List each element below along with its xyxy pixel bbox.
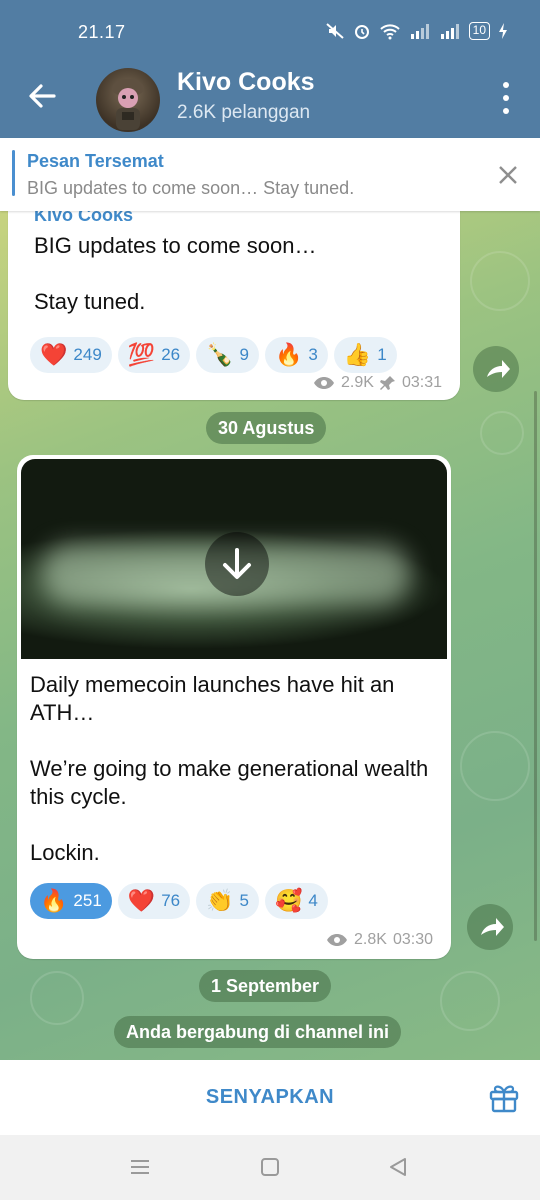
reaction-thumbs-up[interactable]: 👍 1 bbox=[333, 337, 397, 373]
reaction-fire[interactable]: 🔥 3 bbox=[264, 337, 328, 373]
message-time: 03:31 bbox=[401, 374, 442, 391]
avatar-character-icon bbox=[112, 79, 144, 130]
message-meta: 2.8K 03:30 bbox=[326, 931, 433, 949]
menu-icon[interactable] bbox=[128, 1155, 152, 1179]
subscriber-count: 2.6K pelanggan bbox=[177, 102, 311, 123]
bottom-bar: SENYAPKAN bbox=[0, 1060, 540, 1135]
pinned-message-bar[interactable]: Pesan Tersemat BIG updates to come soon…… bbox=[0, 138, 540, 211]
reaction-heart[interactable]: ❤️ 76 bbox=[117, 883, 191, 919]
eye-icon bbox=[327, 934, 348, 946]
date-separator: 1 September bbox=[199, 970, 332, 1002]
pin-icon bbox=[379, 376, 395, 390]
message-meta: 2.9K 03:31 bbox=[313, 374, 442, 392]
eye-icon bbox=[314, 377, 335, 389]
reaction-clap[interactable]: 👏 5 bbox=[196, 883, 259, 919]
wallpaper-doodle bbox=[460, 731, 530, 801]
scrollbar[interactable] bbox=[534, 391, 537, 941]
system-nav-bar bbox=[0, 1135, 540, 1200]
channel-avatar[interactable] bbox=[96, 68, 160, 132]
alarm-icon bbox=[354, 25, 369, 39]
channel-title[interactable]: Kivo Cooks bbox=[177, 68, 315, 97]
back-button[interactable] bbox=[24, 76, 60, 116]
mute-icon bbox=[325, 23, 344, 39]
pinned-title: Pesan Tersemat bbox=[27, 151, 164, 171]
charging-icon bbox=[499, 23, 507, 39]
share-icon bbox=[487, 360, 510, 378]
gift-icon bbox=[489, 1085, 519, 1113]
view-count: 2.9K bbox=[341, 374, 374, 391]
forward-button[interactable] bbox=[473, 346, 519, 392]
close-icon bbox=[499, 166, 517, 184]
forward-button[interactable] bbox=[467, 904, 513, 950]
chat-background[interactable]: Kivo Cooks BIG updates to come soon… Sta… bbox=[0, 211, 540, 1060]
gift-button[interactable] bbox=[488, 1081, 520, 1113]
download-button[interactable] bbox=[205, 532, 269, 596]
message-text: Daily memecoin launches have hit an ATH…… bbox=[30, 672, 429, 865]
wifi-icon bbox=[379, 24, 400, 40]
status-bar: 21.17 10 bbox=[0, 0, 540, 58]
back-nav-icon[interactable] bbox=[386, 1155, 410, 1179]
pinned-text: BIG updates to come soon… Stay tuned. bbox=[27, 178, 355, 198]
signal-icon bbox=[410, 24, 429, 39]
reactions-row: ❤️ 249 💯 26 🍾 9 🔥 3 👍 1 bbox=[30, 337, 397, 373]
mute-button[interactable]: SENYAPKAN bbox=[0, 1060, 540, 1135]
service-message: Anda bergabung di channel ini bbox=[114, 1016, 402, 1048]
message-bubble[interactable]: Kivo Cooks BIG updates to come soon… Sta… bbox=[8, 211, 460, 400]
pinned-indicator bbox=[12, 150, 15, 196]
date-separator: 30 Agustus bbox=[206, 412, 327, 444]
reaction-hundred[interactable]: 💯 26 bbox=[117, 337, 191, 373]
wallpaper-doodle bbox=[440, 971, 500, 1031]
wallpaper-doodle bbox=[470, 251, 530, 311]
wallpaper-doodle bbox=[30, 971, 84, 1025]
download-icon bbox=[223, 548, 251, 579]
home-icon[interactable] bbox=[258, 1155, 282, 1179]
message-sender: Kivo Cooks bbox=[34, 211, 134, 225]
message-bubble[interactable]: Daily memecoin launches have hit an ATH…… bbox=[17, 455, 451, 959]
close-pinned-button[interactable] bbox=[498, 165, 518, 185]
media-thumbnail[interactable] bbox=[21, 459, 447, 659]
view-count: 2.8K bbox=[354, 931, 387, 948]
message-time: 03:30 bbox=[392, 931, 433, 948]
arrow-left-icon bbox=[29, 84, 56, 108]
reaction-fire[interactable]: 🔥 251 bbox=[30, 883, 112, 919]
chat-header: Kivo Cooks 2.6K pelanggan bbox=[0, 58, 540, 138]
message-text: BIG updates to come soon… Stay tuned. bbox=[34, 233, 317, 314]
wallpaper-doodle bbox=[480, 411, 524, 455]
battery-icon: 10 bbox=[468, 22, 490, 40]
reaction-smiling-hearts[interactable]: 🥰 4 bbox=[264, 883, 328, 919]
reaction-heart[interactable]: ❤️ 249 bbox=[30, 337, 112, 373]
more-options-button[interactable] bbox=[500, 82, 512, 114]
status-time: 21.17 bbox=[78, 22, 126, 42]
signal-icon-2 bbox=[440, 24, 459, 39]
share-icon bbox=[481, 918, 504, 936]
status-icons: 10 bbox=[325, 22, 508, 40]
reactions-row: 🔥 251 ❤️ 76 👏 5 🥰 4 bbox=[30, 883, 328, 919]
reaction-champagne[interactable]: 🍾 9 bbox=[196, 337, 259, 373]
